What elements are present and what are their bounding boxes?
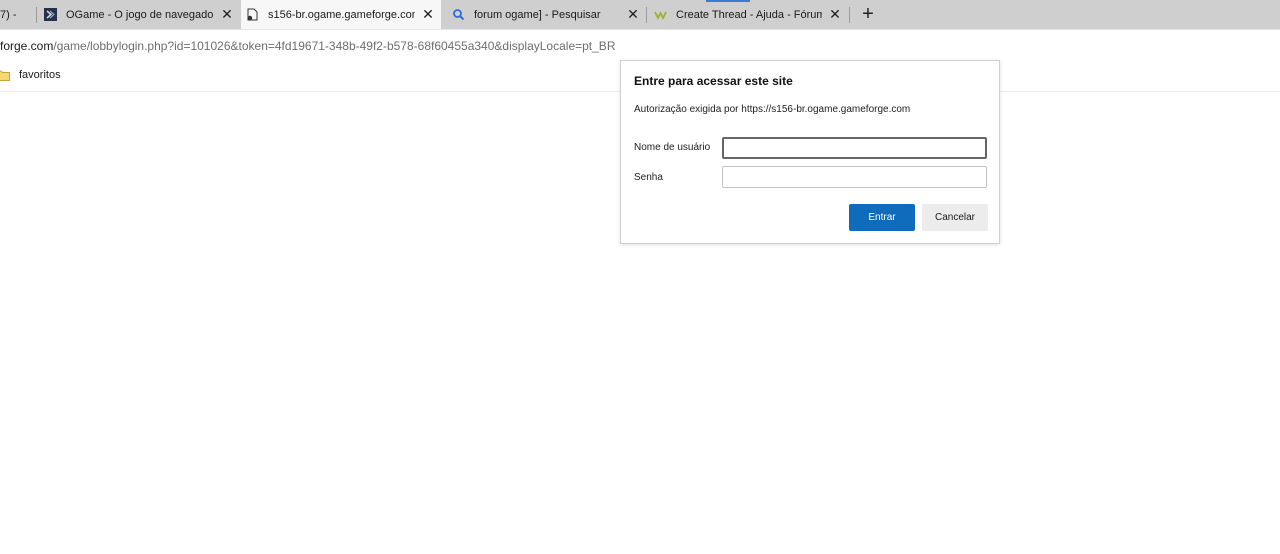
username-label: Nome de usuário (634, 142, 711, 153)
tab-separator (646, 7, 647, 23)
tab-separator (849, 7, 850, 23)
tab-title: forum ogame] - Pesquisar (474, 8, 601, 21)
close-icon[interactable]: ✕ (828, 7, 842, 21)
username-input[interactable] (722, 137, 987, 159)
auth-dialog: Entre para acessar este site Autorização… (620, 60, 1000, 244)
tab-forum[interactable]: Create Thread - Ajuda - Fórum OG ✕ (652, 0, 848, 29)
dialog-title: Entre para acessar este site (634, 74, 793, 88)
close-icon[interactable]: ✕ (626, 7, 640, 21)
favorites-folder[interactable]: favoritos (0, 69, 61, 81)
submit-button[interactable]: Entrar (849, 204, 915, 231)
ogame-icon (44, 8, 57, 21)
search-icon (452, 8, 465, 21)
cancel-button[interactable]: Cancelar (922, 204, 988, 231)
password-input[interactable] (722, 166, 987, 188)
folder-icon (0, 69, 14, 81)
new-tab-button[interactable]: + (858, 4, 878, 25)
password-label: Senha (634, 172, 663, 183)
page-icon (246, 8, 259, 21)
forum-icon (654, 8, 667, 21)
tab-separator (36, 7, 37, 23)
address-bar[interactable]: forge.com/game/lobbylogin.php?id=101026&… (0, 29, 1280, 63)
tab-title: s156-br.ogame.gameforge.com/g (268, 8, 415, 21)
close-icon[interactable]: ✕ (220, 7, 234, 21)
close-icon[interactable]: ✕ (421, 7, 435, 21)
tab-ogame[interactable]: OGame - O jogo de navegador de ✕ (44, 0, 240, 29)
tab-active[interactable]: s156-br.ogame.gameforge.com/g ✕ (241, 0, 441, 29)
url-path: /game/lobbylogin.php?id=101026&token=4fd… (53, 39, 616, 53)
favorites-label: favoritos (19, 69, 61, 81)
dialog-subtitle: Autorização exigida por https://s156-br.… (634, 104, 911, 115)
tab-title: 7) - (0, 8, 17, 21)
url-text[interactable]: forge.com/game/lobbylogin.php?id=101026&… (0, 39, 615, 53)
tab-strip: 7) - OGame - O jogo de navegador de ✕ s1… (0, 0, 1280, 29)
tab-title: Create Thread - Ajuda - Fórum OG (676, 8, 822, 21)
tab-partial[interactable]: 7) - (0, 0, 36, 29)
url-host: forge.com (0, 39, 54, 53)
tab-title: OGame - O jogo de navegador de (66, 8, 214, 21)
tab-search[interactable]: forum ogame] - Pesquisar ✕ (450, 0, 646, 29)
